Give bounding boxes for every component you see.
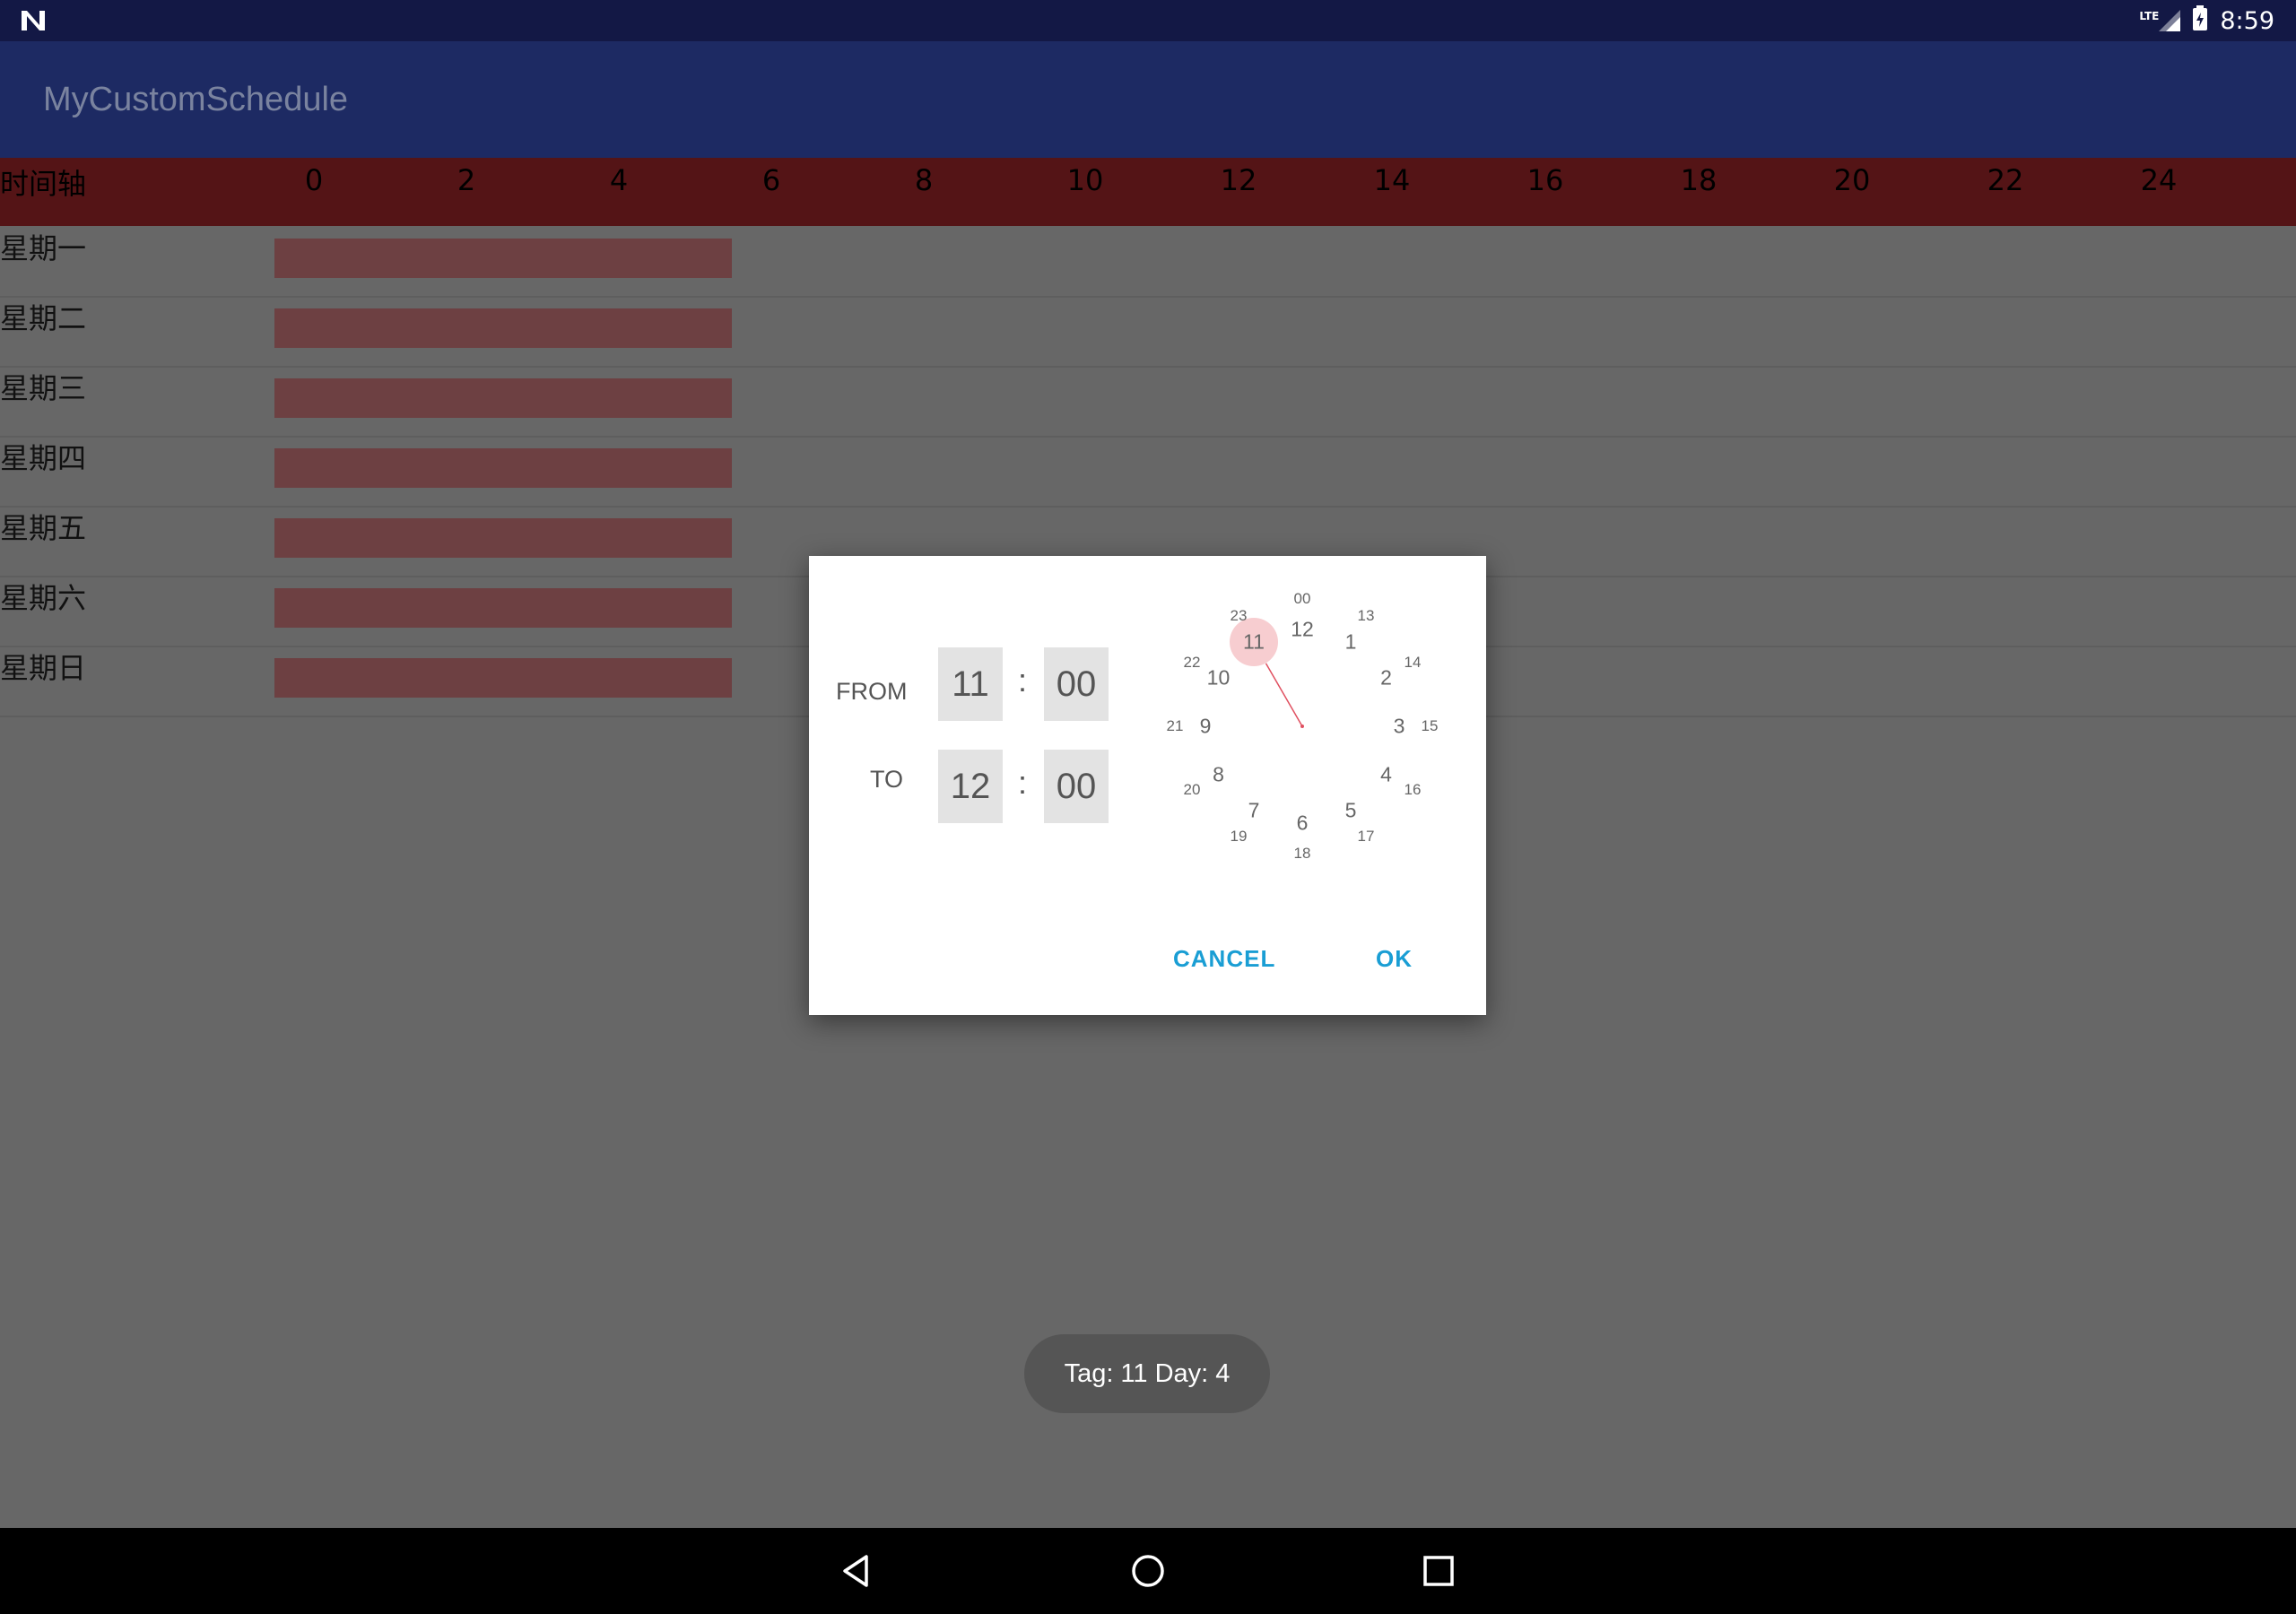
day-label: 星期日 <box>0 651 87 685</box>
tick-label: 22 <box>1987 163 2024 197</box>
day-label: 星期四 <box>0 441 87 475</box>
day-label: 星期二 <box>0 301 87 335</box>
home-icon[interactable] <box>1126 1549 1170 1592</box>
day-row-tuesday[interactable]: 星期二 <box>0 296 2296 368</box>
to-label: TO <box>870 766 904 793</box>
from-minute-field[interactable]: 00 <box>1044 647 1109 721</box>
clock-hour-24[interactable]: 17 <box>1358 828 1375 846</box>
schedule-bar[interactable] <box>274 448 732 488</box>
clock-hour-selected[interactable]: 11 <box>1243 630 1265 655</box>
schedule-bar[interactable] <box>274 239 732 278</box>
clock-hour[interactable]: 10 <box>1207 666 1231 690</box>
ok-button[interactable]: OK <box>1376 945 1413 973</box>
clock-hour[interactable]: 8 <box>1213 763 1224 787</box>
clock-hour-24[interactable]: 18 <box>1294 845 1311 863</box>
network-type: LTE <box>2139 10 2160 22</box>
tick-label: 0 <box>304 163 324 197</box>
time-separator: : <box>1018 764 1028 801</box>
schedule-bar[interactable] <box>274 588 732 628</box>
time-range-dialog: FROM 11 : 00 TO 12 : 00 12 1 2 3 4 5 6 7… <box>809 556 1486 1015</box>
clock-hour-24[interactable]: 21 <box>1167 717 1184 735</box>
day-label: 星期三 <box>0 371 87 405</box>
clock-hour[interactable]: 7 <box>1248 798 1260 822</box>
day-label: 星期六 <box>0 581 87 615</box>
to-minute-field[interactable]: 00 <box>1044 750 1109 823</box>
from-hour-field[interactable]: 11 <box>938 647 1003 721</box>
cancel-button[interactable]: CANCEL <box>1173 945 1275 973</box>
tick-label: 10 <box>1066 163 1104 197</box>
time-axis-label: 时间轴 <box>0 167 87 201</box>
toast-message: Tag: 11 Day: 4 <box>1024 1334 1270 1413</box>
clock-hour-24[interactable]: 14 <box>1405 654 1422 672</box>
app-title: MyCustomSchedule <box>43 81 349 118</box>
status-bar: LTE 8:59 <box>0 0 2296 41</box>
clock-hour[interactable]: 4 <box>1380 763 1392 787</box>
tick-label: 20 <box>1833 163 1871 197</box>
clock-hour-24[interactable]: 16 <box>1405 781 1422 799</box>
schedule-bar[interactable] <box>274 658 732 698</box>
tick-label: 18 <box>1680 163 1718 197</box>
clock-hour-24[interactable]: 00 <box>1294 590 1311 608</box>
notification-n-icon <box>20 9 48 32</box>
status-icons: LTE 8:59 <box>2139 0 2274 41</box>
clock-hour-24[interactable]: 20 <box>1184 781 1201 799</box>
battery-charging-icon <box>2193 4 2208 37</box>
recents-icon[interactable] <box>1417 1549 1460 1592</box>
tick-label: 14 <box>1373 163 1411 197</box>
clock-hour[interactable]: 9 <box>1200 715 1212 739</box>
app-bar: MyCustomSchedule <box>0 41 2296 158</box>
clock-hour[interactable]: 12 <box>1291 618 1314 642</box>
lte-signal-icon: LTE <box>2139 10 2181 31</box>
day-row-monday[interactable]: 星期一 <box>0 226 2296 298</box>
clock-hour-24[interactable]: 22 <box>1184 654 1201 672</box>
back-icon[interactable] <box>836 1549 879 1592</box>
tick-label: 4 <box>609 163 629 197</box>
tick-label: 2 <box>457 163 476 197</box>
tick-label: 6 <box>761 163 781 197</box>
clock-hour[interactable]: 3 <box>1394 715 1405 739</box>
clock-hour-24[interactable]: 13 <box>1358 607 1375 625</box>
clock-time: 8:59 <box>2220 6 2274 35</box>
day-row-thursday[interactable]: 星期四 <box>0 436 2296 508</box>
time-separator: : <box>1018 662 1028 699</box>
tick-label: 8 <box>914 163 934 197</box>
toast-text: Tag: 11 Day: 4 <box>1064 1358 1231 1388</box>
schedule-bar[interactable] <box>274 308 732 348</box>
schedule-bar[interactable] <box>274 518 732 558</box>
day-label: 星期一 <box>0 231 87 265</box>
clock-hour-24[interactable]: 15 <box>1422 717 1439 735</box>
tick-label: 24 <box>2140 163 2178 197</box>
day-row-wednesday[interactable]: 星期三 <box>0 366 2296 438</box>
clock-face[interactable]: 12 1 2 3 4 5 6 7 8 9 10 11 00 13 14 15 1… <box>1167 590 1439 863</box>
day-label: 星期五 <box>0 511 87 545</box>
clock-hour-24[interactable]: 19 <box>1231 828 1248 846</box>
navigation-bar <box>0 1528 2296 1614</box>
from-label: FROM <box>836 678 908 705</box>
schedule-bar[interactable] <box>274 378 732 418</box>
time-axis-header: 时间轴 0 2 4 6 8 10 12 14 16 18 20 22 24 <box>0 158 2296 226</box>
clock-hour[interactable]: 1 <box>1345 630 1357 655</box>
clock-hour[interactable]: 5 <box>1345 798 1357 822</box>
clock-hour-24[interactable]: 23 <box>1231 607 1248 625</box>
clock-hour[interactable]: 6 <box>1297 811 1309 836</box>
tick-label: 16 <box>1526 163 1564 197</box>
tick-label: 12 <box>1220 163 1257 197</box>
to-hour-field[interactable]: 12 <box>938 750 1003 823</box>
clock-hour[interactable]: 2 <box>1380 666 1392 690</box>
